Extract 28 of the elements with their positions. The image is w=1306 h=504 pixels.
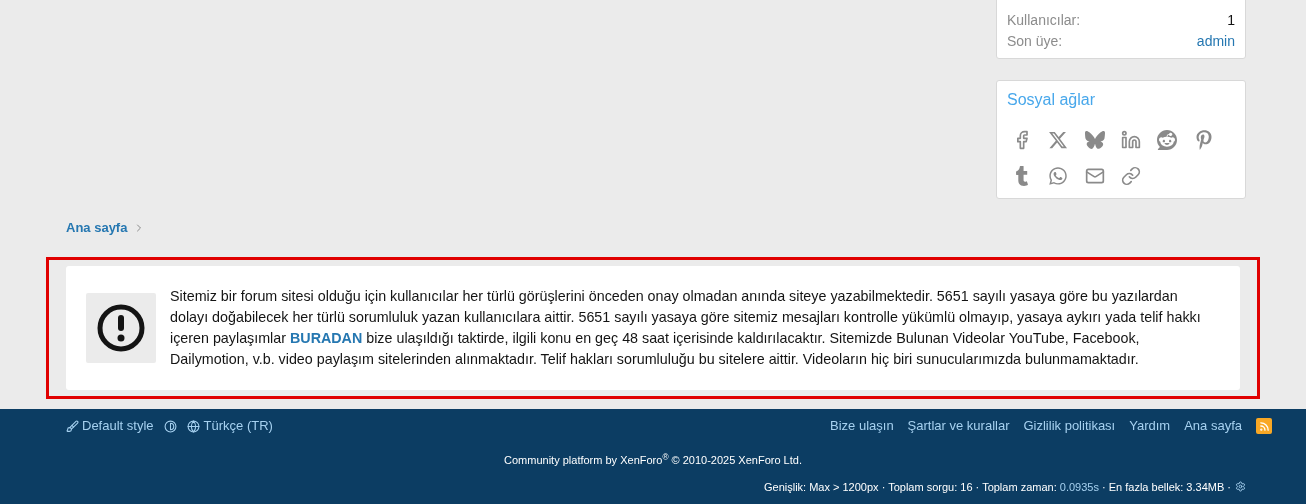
reddit-icon[interactable]	[1156, 129, 1179, 151]
disclaimer-text: Sitemiz bir forum sitesi olduğu için kullanıcılar her türlü görüşlerini önceden onay olmadan anında siteye yazabilmektedir. 5651 sayılı yasaya göre bu yazılardan dolayı doğabilecek her türlü sorumluluk yazan kullanıcılara aittir. 5651 sayılı yasaya göre sitemiz mesajları kontrolle yükümlü olmayıp, yasaya aykırı yada telif hakkı içeren paylaşımlar BURADAN bize ulaşıldığı taktirde, ilgili konu en geç 48 saat içerisinde kaldırılacaktır. Sitemizde Bulunan Videolar YouTube, Facebook, Dailymotion, v.b. video paylaşım sitelerinden alınmaktadır. Telif hakları sorumluluğu bu sitelere aittir. Videoların hiç biri sunucularımızda bulunmamaktadır.	[170, 287, 1202, 369]
copyright-text: Community platform by XenForo$^{®}$ © 2010-2025 XenForo Ltd.	[504, 452, 802, 468]
rss-icon[interactable]	[1256, 418, 1272, 434]
footer-link[interactable]: Ana sayfa	[1184, 416, 1242, 436]
link-icon[interactable]	[1120, 165, 1142, 187]
member-link[interactable]: admin	[1196, 31, 1235, 52]
breadcrumb-link[interactable]: Ana sayfa	[66, 218, 128, 238]
brush-icon	[66, 419, 79, 433]
stat-label: Son üye:	[1007, 32, 1063, 51]
debug-stats-text: Genişlik: Max > 1200px · Toplam sorgu: 16 · Toplam zaman: 0.0935s · En fazla bellek: 3.34MB ·	[763, 479, 1231, 495]
settings-icon[interactable]	[1235, 481, 1246, 493]
footer-link[interactable]: Şartlar ve kurallar	[907, 416, 1010, 436]
globe-icon	[186, 419, 200, 433]
language-chooser-link[interactable]: Türkçe (TR)	[203, 416, 273, 436]
stat-value: 1	[1227, 11, 1235, 30]
butterfly-icon[interactable]	[1083, 129, 1106, 151]
card-title: Sosyal ağlar	[1007, 90, 1097, 110]
linkedin-icon[interactable]	[1120, 129, 1142, 151]
style-chooser-link[interactable]: Default style	[82, 416, 154, 436]
stat-label: Kullanıcılar:	[1007, 11, 1081, 30]
footer-link[interactable]: Bize ulaşın	[830, 416, 894, 436]
x-logo-icon[interactable]	[1047, 129, 1070, 151]
whatsapp-icon[interactable]	[1047, 165, 1070, 187]
contrast-icon[interactable]	[163, 419, 177, 433]
warning-icon	[86, 293, 156, 363]
footer-link[interactable]: Yardım	[1129, 416, 1171, 436]
footer-link[interactable]: Gizlilik politikası	[1023, 416, 1116, 436]
